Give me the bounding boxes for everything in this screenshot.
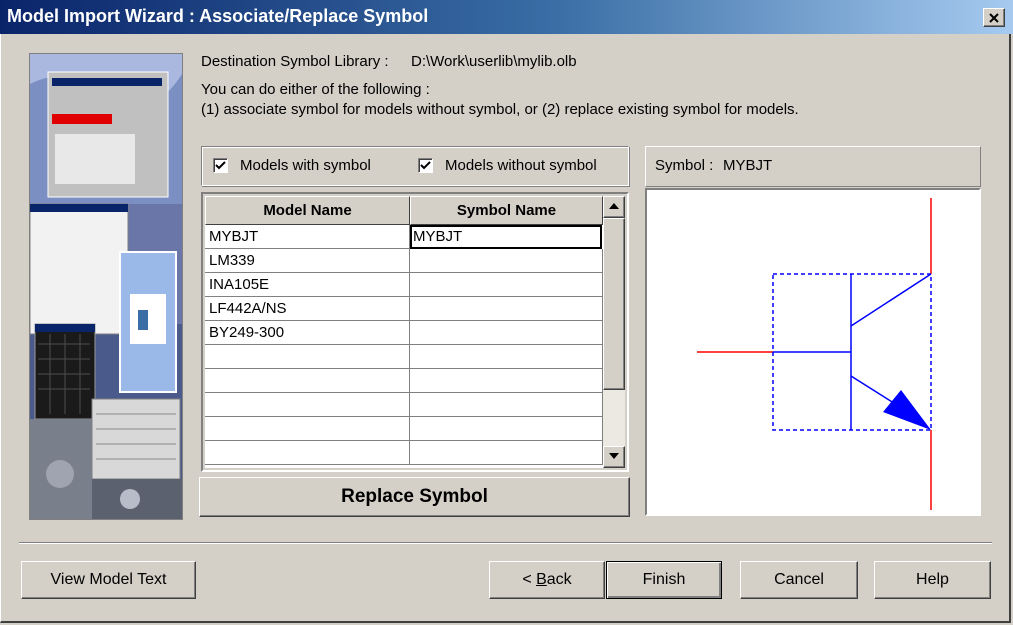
close-button[interactable] xyxy=(983,8,1005,27)
close-icon xyxy=(989,13,999,23)
symbol-name-cell[interactable] xyxy=(410,369,603,393)
finish-button[interactable]: Finish xyxy=(606,561,722,599)
symbol-preview-panel xyxy=(645,188,981,516)
back-button-label: < Back xyxy=(522,571,572,588)
checkbox-label: Models without symbol xyxy=(445,157,597,174)
transistor-symbol-icon xyxy=(697,198,932,510)
column-header-symbol-name[interactable]: Symbol Name xyxy=(410,196,603,225)
footer-separator xyxy=(19,542,992,544)
destination-path: D:\Work\userlib\mylib.olb xyxy=(411,53,577,70)
emitter-arrow xyxy=(883,390,931,430)
model-name-cell[interactable] xyxy=(205,345,410,369)
model-name-cell[interactable]: BY249-300 xyxy=(205,321,410,345)
model-name-cell[interactable] xyxy=(205,441,410,465)
grid-body: Model Name Symbol Name MYBJT MYBJT LM339 IN… xyxy=(205,196,603,468)
symbol-name-cell[interactable]: MYBJT xyxy=(410,225,602,249)
column-header-model-name[interactable]: Model Name xyxy=(205,196,410,225)
symbol-name-cell[interactable] xyxy=(410,345,603,369)
model-name-cell[interactable]: INA105E xyxy=(205,273,410,297)
symbol-name-cell[interactable] xyxy=(410,297,603,321)
checkmark-icon xyxy=(420,161,431,170)
view-model-text-button[interactable]: View Model Text xyxy=(21,561,196,599)
models-with-symbol-checkbox[interactable]: Models with symbol xyxy=(213,155,393,177)
arrow-up-icon xyxy=(609,203,619,209)
scroll-up-button[interactable] xyxy=(603,196,625,218)
checkbox-box[interactable] xyxy=(213,158,228,173)
symbol-name-cell[interactable] xyxy=(410,273,603,297)
instruction-line-1: You can do either of the following : xyxy=(201,81,430,98)
symbol-name-cell[interactable] xyxy=(410,417,603,441)
grid-scrollbar[interactable] xyxy=(603,196,625,468)
collector-line xyxy=(850,273,932,327)
model-symbol-grid[interactable]: Model Name Symbol Name MYBJT MYBJT LM339 IN… xyxy=(201,192,629,472)
checkbox-label: Models with symbol xyxy=(240,157,371,174)
emitter-line xyxy=(850,375,898,406)
model-name-cell[interactable] xyxy=(205,417,410,441)
scroll-thumb[interactable] xyxy=(603,218,625,390)
scroll-down-button[interactable] xyxy=(603,446,625,468)
window-title: Model Import Wizard : Associate/Replace … xyxy=(7,6,429,26)
instruction-line-2: (1) associate symbol for models without … xyxy=(201,101,799,118)
symbol-name-cell[interactable] xyxy=(410,249,603,273)
arrow-down-icon xyxy=(609,453,619,459)
title-bar[interactable]: Model Import Wizard : Associate/Replace … xyxy=(0,0,1013,34)
symbol-name-cell[interactable] xyxy=(410,441,603,465)
models-without-symbol-checkbox[interactable]: Models without symbol xyxy=(418,155,618,177)
checkmark-icon xyxy=(215,161,226,170)
replace-symbol-button[interactable]: Replace Symbol xyxy=(199,477,630,517)
symbol-name-cell[interactable] xyxy=(410,393,603,417)
checkbox-box[interactable] xyxy=(418,158,433,173)
symbol-label: Symbol : xyxy=(655,157,714,174)
back-button[interactable]: < Back xyxy=(489,561,605,599)
model-name-cell[interactable]: MYBJT xyxy=(205,225,410,249)
model-name-cell[interactable]: LF442A/NS xyxy=(205,297,410,321)
model-name-cell[interactable] xyxy=(205,393,410,417)
help-button[interactable]: Help xyxy=(874,561,991,599)
destination-label: Destination Symbol Library : xyxy=(201,53,389,70)
model-name-cell[interactable] xyxy=(205,369,410,393)
wizard-illustration xyxy=(29,53,183,520)
model-name-cell[interactable]: LM339 xyxy=(205,249,410,273)
symbol-name-cell[interactable] xyxy=(410,321,603,345)
symbol-preview-header: Symbol : MYBJT xyxy=(645,146,981,187)
cancel-button[interactable]: Cancel xyxy=(740,561,858,599)
symbol-name: MYBJT xyxy=(723,157,773,174)
